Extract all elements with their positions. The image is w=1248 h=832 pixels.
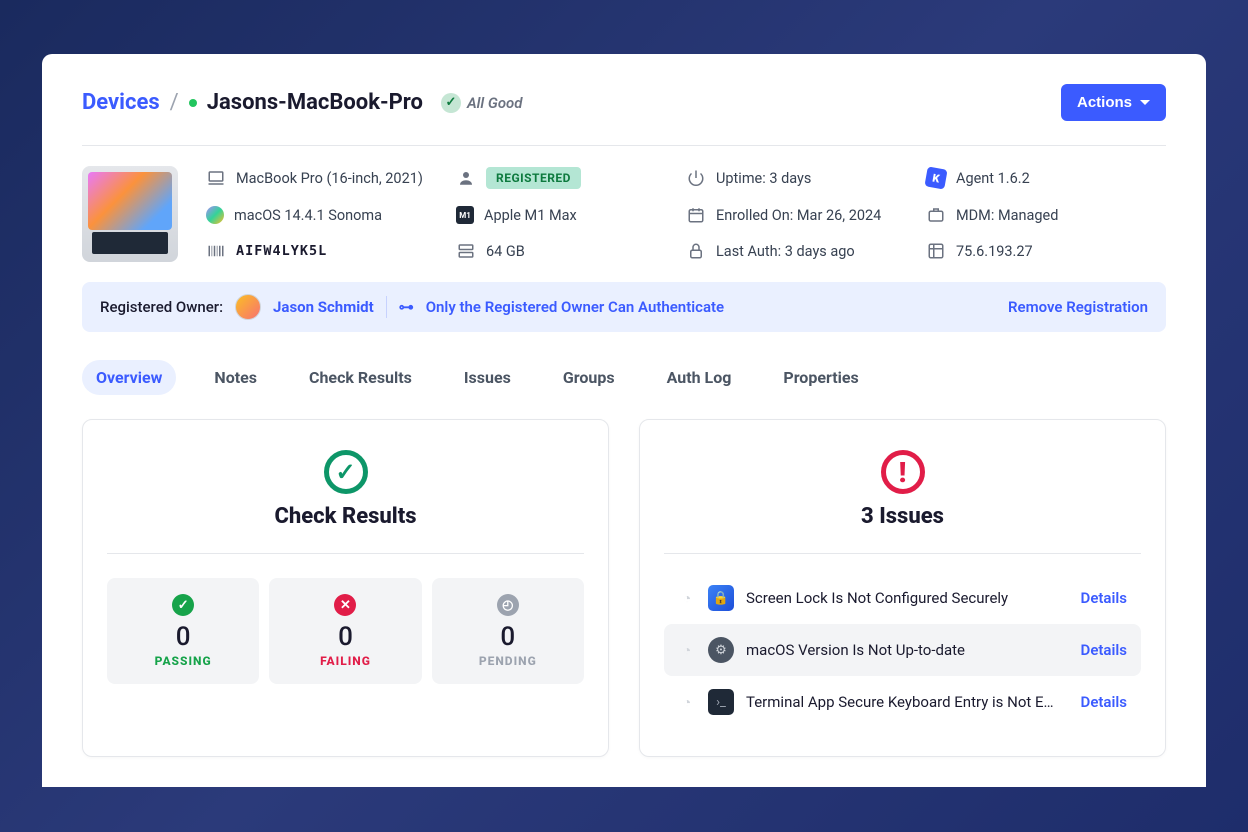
actions-button-label: Actions xyxy=(1077,94,1132,111)
breadcrumb-separator: / xyxy=(170,90,179,115)
device-info-section: MacBook Pro (16-inch, 2021) REGISTERED U… xyxy=(82,146,1166,282)
key-icon: ⊶ xyxy=(399,298,414,316)
info-serial: AIFW4LYK5L xyxy=(206,240,446,262)
info-chip-value: Apple M1 Max xyxy=(484,207,577,224)
registration-badge: REGISTERED xyxy=(486,167,581,189)
breadcrumb: Devices / Jasons-MacBook-Pro ✓ All Good xyxy=(82,90,522,115)
check-results-title: Check Results xyxy=(107,504,584,529)
briefcase-icon xyxy=(926,205,946,225)
check-icon: ✓ xyxy=(441,93,461,113)
info-os-value: macOS 14.4.1 Sonoma xyxy=(234,207,382,224)
avatar xyxy=(235,294,261,320)
storage-icon xyxy=(456,241,476,261)
owner-link[interactable]: Jason Schmidt xyxy=(273,298,374,316)
laptop-icon xyxy=(206,168,226,188)
info-agent: K Agent 1.6.2 xyxy=(926,166,1126,190)
status-dot-icon xyxy=(189,99,197,107)
info-enrolled-value: Enrolled On: Mar 26, 2024 xyxy=(716,207,881,224)
gauge-icon: ◔ xyxy=(678,589,696,607)
info-ip-value: 75.6.193.27 xyxy=(956,243,1033,260)
fail-icon: ✕ xyxy=(334,594,356,616)
status-badge: ✓ All Good xyxy=(441,93,523,113)
info-serial-value: AIFW4LYK5L xyxy=(236,243,327,259)
lock-icon xyxy=(686,241,706,261)
info-storage-value: 64 GB xyxy=(486,243,525,260)
passing-count: 0 xyxy=(115,622,251,652)
pending-count: 0 xyxy=(440,622,576,652)
calendar-icon xyxy=(686,205,706,225)
actions-button[interactable]: Actions xyxy=(1061,84,1166,121)
info-mdm: MDM: Managed xyxy=(926,204,1126,226)
issue-text: Terminal App Secure Keyboard Entry is No… xyxy=(746,693,1069,711)
screen-lock-icon: 🔒 xyxy=(708,585,734,611)
tab-check-results[interactable]: Check Results xyxy=(295,360,426,395)
owner-restriction: Only the Registered Owner Can Authentica… xyxy=(426,298,724,316)
failing-count: 0 xyxy=(277,622,413,652)
check-circle-icon: ✓ xyxy=(322,448,370,496)
details-link[interactable]: Details xyxy=(1081,693,1127,711)
tabs: Overview Notes Check Results Issues Grou… xyxy=(82,360,1166,395)
terminal-icon: ›_ xyxy=(708,689,734,715)
info-registration: REGISTERED xyxy=(456,166,676,190)
issue-row: ◔ 🔒 Screen Lock Is Not Configured Secure… xyxy=(664,572,1141,624)
details-link[interactable]: Details xyxy=(1081,589,1127,607)
user-icon xyxy=(456,168,476,188)
details-link[interactable]: Details xyxy=(1081,641,1127,659)
info-model-value: MacBook Pro (16-inch, 2021) xyxy=(236,170,423,187)
stat-passing: ✓ 0 PASSING xyxy=(107,578,259,684)
stat-pending: ◴ 0 PENDING xyxy=(432,578,584,684)
info-ip: 75.6.193.27 xyxy=(926,240,1126,262)
breadcrumb-row: Devices / Jasons-MacBook-Pro ✓ All Good … xyxy=(82,84,1166,146)
tab-issues[interactable]: Issues xyxy=(450,360,525,395)
info-uptime: Uptime: 3 days xyxy=(686,166,916,190)
info-agent-value: Agent 1.6.2 xyxy=(956,170,1030,187)
barcode-icon xyxy=(206,241,226,261)
tab-auth-log[interactable]: Auth Log xyxy=(653,360,746,395)
passing-label: PASSING xyxy=(115,654,251,668)
info-os: macOS 14.4.1 Sonoma xyxy=(206,204,446,226)
info-storage: 64 GB xyxy=(456,240,676,262)
info-chip: M1 Apple M1 Max xyxy=(456,204,676,226)
tab-overview[interactable]: Overview xyxy=(82,360,176,395)
power-icon xyxy=(686,168,706,188)
issue-row: ◔ ›_ Terminal App Secure Keyboard Entry … xyxy=(664,676,1141,728)
network-icon xyxy=(926,241,946,261)
pending-label: PENDING xyxy=(440,654,576,668)
agent-icon: K xyxy=(924,166,947,189)
remove-registration-link[interactable]: Remove Registration xyxy=(1008,298,1148,316)
breadcrumb-root-link[interactable]: Devices xyxy=(82,90,160,115)
info-enrolled: Enrolled On: Mar 26, 2024 xyxy=(686,204,916,226)
device-image xyxy=(82,166,178,262)
info-last-auth-value: Last Auth: 3 days ago xyxy=(716,243,855,260)
chip-icon: M1 xyxy=(456,206,474,224)
gauge-icon: ◔ xyxy=(678,693,696,711)
issue-text: Screen Lock Is Not Configured Securely xyxy=(746,589,1069,607)
gauge-icon: ◔ xyxy=(678,641,696,659)
info-model: MacBook Pro (16-inch, 2021) xyxy=(206,166,446,190)
os-icon xyxy=(206,206,224,224)
issues-title: 3 Issues xyxy=(664,504,1141,529)
stat-failing: ✕ 0 FAILING xyxy=(269,578,421,684)
divider xyxy=(386,296,387,318)
owner-bar: Registered Owner: Jason Schmidt ⊶ Only t… xyxy=(82,282,1166,332)
info-mdm-value: MDM: Managed xyxy=(956,207,1058,224)
check-results-panel: ✓ Check Results ✓ 0 PASSING ✕ 0 FAILING … xyxy=(82,419,609,757)
alert-circle-icon: ! xyxy=(879,448,927,496)
device-name: Jasons-MacBook-Pro xyxy=(207,90,423,115)
status-text: All Good xyxy=(467,94,523,112)
info-uptime-value: Uptime: 3 days xyxy=(716,170,811,187)
failing-label: FAILING xyxy=(277,654,413,668)
tab-properties[interactable]: Properties xyxy=(769,360,872,395)
tab-groups[interactable]: Groups xyxy=(549,360,629,395)
issue-text: macOS Version Is Not Up-to-date xyxy=(746,641,1069,659)
gear-icon: ⚙ xyxy=(708,637,734,663)
clock-icon: ◴ xyxy=(497,594,519,616)
pass-icon: ✓ xyxy=(172,594,194,616)
chevron-down-icon xyxy=(1140,100,1150,105)
info-last-auth: Last Auth: 3 days ago xyxy=(686,240,916,262)
owner-label: Registered Owner: xyxy=(100,298,223,316)
issue-row: ◔ ⚙ macOS Version Is Not Up-to-date Deta… xyxy=(664,624,1141,676)
issues-panel: ! 3 Issues ◔ 🔒 Screen Lock Is Not Config… xyxy=(639,419,1166,757)
tab-notes[interactable]: Notes xyxy=(200,360,271,395)
